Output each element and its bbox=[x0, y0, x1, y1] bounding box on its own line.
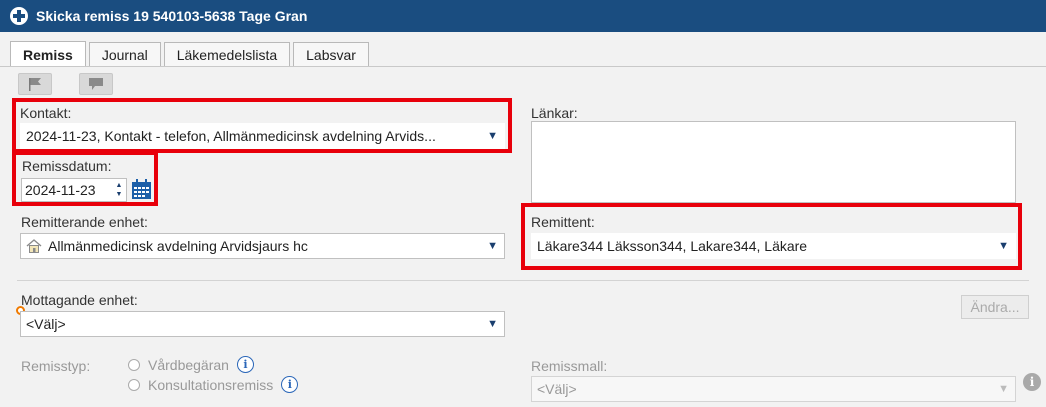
andra-button[interactable]: Ändra... bbox=[961, 295, 1029, 319]
mottagande-enhet-select[interactable]: <Välj> ▼ bbox=[20, 311, 505, 337]
comment-button[interactable] bbox=[79, 73, 113, 95]
remitterande-enhet-value: Allmänmedicinsk avdelning Arvidsjaurs hc bbox=[48, 238, 308, 254]
spin-up-icon: ▲ bbox=[115, 182, 123, 189]
tab-lakemedelslista[interactable]: Läkemedelslista bbox=[163, 42, 291, 67]
remitterande-enhet-label: Remitterande enhet: bbox=[21, 214, 148, 230]
remissdatum-label: Remissdatum: bbox=[22, 158, 112, 174]
section-divider bbox=[17, 280, 1029, 281]
chevron-down-icon: ▼ bbox=[998, 383, 1009, 395]
chevron-down-icon: ▼ bbox=[487, 318, 498, 330]
radio-konsultationsremiss[interactable]: Konsultationsremiss i bbox=[128, 376, 299, 393]
tab-journal[interactable]: Journal bbox=[88, 42, 161, 67]
info-icon[interactable]: i bbox=[1023, 373, 1041, 391]
chevron-down-icon: ▼ bbox=[998, 240, 1009, 252]
remissdatum-input[interactable]: 2024-11-23 ▲ ▼ bbox=[21, 178, 127, 202]
chevron-down-icon: ▼ bbox=[487, 130, 498, 142]
mottagande-enhet-label: Mottagande enhet: bbox=[21, 292, 138, 308]
kontakt-value: 2024-11-23, Kontakt - telefon, Allmänmed… bbox=[26, 128, 436, 144]
radio-konsultationsremiss-label: Konsultationsremiss bbox=[148, 376, 274, 393]
radio-vardbegaran[interactable]: Vårdbegäran i bbox=[128, 356, 254, 373]
mottagande-enhet-value: <Välj> bbox=[26, 316, 66, 332]
remissmall-label: Remissmall: bbox=[531, 358, 608, 374]
lankar-textarea[interactable] bbox=[531, 121, 1016, 203]
spin-down-icon: ▼ bbox=[115, 191, 123, 198]
radio-vardbegaran-label: Vårdbegäran bbox=[148, 356, 229, 373]
kontakt-select[interactable]: 2024-11-23, Kontakt - telefon, Allmänmed… bbox=[20, 123, 505, 149]
kontakt-label: Kontakt: bbox=[20, 105, 72, 121]
flag-button[interactable] bbox=[18, 73, 52, 95]
chevron-down-icon: ▼ bbox=[487, 240, 498, 252]
remissmall-select[interactable]: <Välj> ▼ bbox=[531, 376, 1016, 402]
calendar-icon bbox=[132, 179, 151, 199]
remittent-label: Remittent: bbox=[531, 214, 595, 230]
remittent-value: Läkare344 Läksson344, Lakare344, Läkare bbox=[537, 238, 808, 254]
info-icon[interactable]: i bbox=[236, 356, 254, 373]
tab-labsvar[interactable]: Labsvar bbox=[293, 42, 369, 67]
radio-button-icon[interactable] bbox=[128, 358, 140, 371]
remissdatum-value: 2024-11-23 bbox=[25, 182, 96, 198]
title-bar: Skicka remiss 19 540103-5638 Tage Gran bbox=[0, 0, 1046, 32]
remitterande-enhet-select[interactable]: Allmänmedicinsk avdelning Arvidsjaurs hc… bbox=[20, 233, 505, 259]
remissmall-value: <Välj> bbox=[537, 381, 577, 397]
flag-icon bbox=[29, 78, 41, 91]
tab-remiss[interactable]: Remiss bbox=[10, 41, 86, 67]
remittent-select[interactable]: Läkare344 Läksson344, Lakare344, Läkare … bbox=[531, 233, 1016, 259]
comment-icon bbox=[89, 78, 103, 90]
lankar-label: Länkar: bbox=[531, 105, 578, 121]
calendar-button[interactable] bbox=[131, 179, 152, 200]
tab-bar: Remiss Journal Läkemedelslista Labsvar bbox=[10, 41, 372, 67]
window-title: Skicka remiss 19 540103-5638 Tage Gran bbox=[36, 8, 308, 24]
radio-button-icon[interactable] bbox=[128, 378, 140, 391]
house-icon bbox=[26, 239, 42, 253]
medical-cross-icon bbox=[10, 7, 28, 25]
date-spinner[interactable]: ▲ ▼ bbox=[115, 182, 123, 198]
remisstyp-label: Remisstyp: bbox=[21, 358, 91, 374]
tab-divider bbox=[0, 66, 1046, 67]
info-icon[interactable]: i bbox=[281, 376, 299, 393]
